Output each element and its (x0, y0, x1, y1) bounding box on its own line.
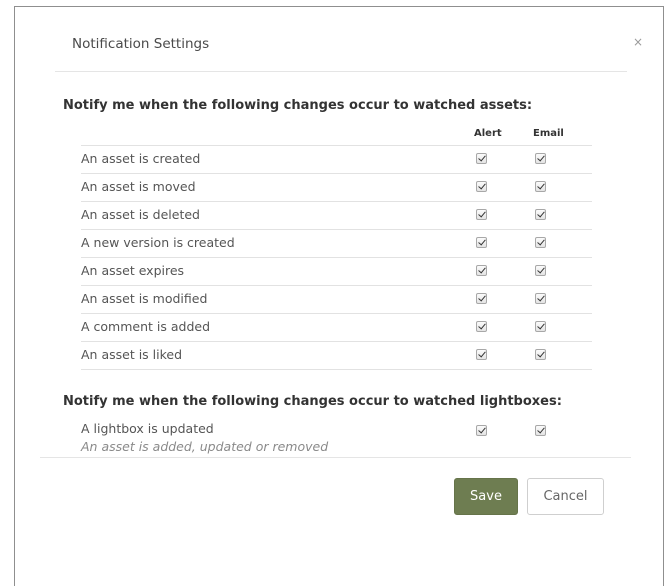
row-label: An asset expires (81, 263, 185, 278)
lightbox-notification-row: A lightbox is updated An asset is added,… (81, 420, 592, 458)
alert-checkbox[interactable] (476, 321, 487, 332)
email-checkbox[interactable] (535, 293, 546, 304)
alert-checkbox[interactable] (476, 293, 487, 304)
email-checkbox[interactable] (535, 425, 546, 436)
row-label: A comment is added (81, 319, 210, 334)
email-checkbox[interactable] (535, 265, 546, 276)
footer-divider (40, 457, 631, 458)
email-checkbox[interactable] (535, 153, 546, 164)
email-checkbox[interactable] (535, 181, 546, 192)
alert-checkbox[interactable] (476, 265, 487, 276)
row-label: An asset is deleted (81, 207, 200, 222)
notification-row: An asset is deleted (81, 202, 592, 230)
notification-row: An asset is created (81, 145, 592, 174)
email-checkbox[interactable] (535, 321, 546, 332)
dialog-header: Notification Settings × (55, 7, 643, 72)
notification-row: An asset is liked (81, 342, 592, 370)
alert-checkbox[interactable] (476, 237, 487, 248)
notification-row: An asset is modified (81, 286, 592, 314)
alert-checkbox[interactable] (476, 181, 487, 192)
alert-checkbox[interactable] (476, 425, 487, 436)
notification-row: A comment is added (81, 314, 592, 342)
row-label: A lightbox is updated (81, 421, 214, 436)
close-icon[interactable]: × (633, 36, 643, 48)
notification-row: An asset expires (81, 258, 592, 286)
email-checkbox[interactable] (535, 237, 546, 248)
row-label: An asset is moved (81, 179, 196, 194)
email-column-header: Email (533, 128, 564, 139)
notification-row: A new version is created (81, 230, 592, 258)
save-button[interactable]: Save (454, 478, 518, 515)
email-checkbox[interactable] (535, 349, 546, 360)
alert-checkbox[interactable] (476, 153, 487, 164)
notification-row: An asset is moved (81, 174, 592, 202)
row-label: An asset is modified (81, 291, 208, 306)
assets-section-heading: Notify me when the following changes occ… (63, 98, 533, 113)
row-label: A new version is created (81, 235, 235, 250)
asset-notification-list: An asset is created An asset is moved An… (81, 145, 592, 370)
row-label: An asset is created (81, 151, 201, 166)
dialog-title: Notification Settings (72, 36, 210, 52)
alert-checkbox[interactable] (476, 349, 487, 360)
alert-column-header: Alert (474, 128, 502, 139)
row-sublabel: An asset is added, updated or removed (81, 439, 329, 454)
row-label: An asset is liked (81, 347, 183, 362)
email-checkbox[interactable] (535, 209, 546, 220)
alert-checkbox[interactable] (476, 209, 487, 220)
lightboxes-section-heading: Notify me when the following changes occ… (63, 394, 562, 409)
cancel-button[interactable]: Cancel (527, 478, 604, 515)
